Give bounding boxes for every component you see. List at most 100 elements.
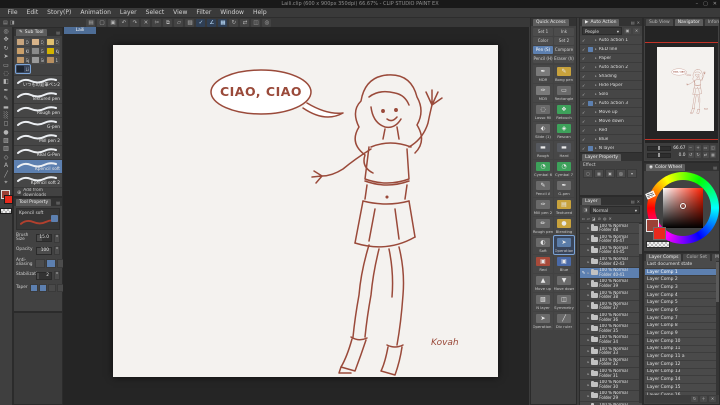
brush-item[interactable]: Kpencil soft 2 bbox=[14, 174, 62, 188]
layer-comp-row[interactable]: Layer Comp 14 bbox=[645, 376, 716, 384]
navigator-rotate-button[interactable]: ⇄ bbox=[702, 152, 709, 158]
quick-access-item[interactable]: ● Blending bbox=[554, 217, 574, 235]
expand-arrow-icon[interactable]: ▸ bbox=[588, 260, 590, 264]
quick-access-set-button[interactable]: Set 1 bbox=[533, 28, 553, 36]
quick-access-item[interactable]: ◔ Cymbal 7 bbox=[554, 160, 574, 178]
auto-action-row[interactable]: ✓ ▸ Hide Paper bbox=[580, 81, 642, 90]
command-icon[interactable]: ▣ bbox=[108, 18, 118, 27]
palette-dock-icon[interactable]: ▤ bbox=[3, 20, 8, 26]
quick-access-set-button[interactable]: Set 2 bbox=[554, 37, 574, 45]
auto-action-row[interactable]: ✓ ▸ Blue bbox=[580, 135, 642, 144]
action-checkbox[interactable]: ✓ bbox=[582, 101, 586, 106]
expand-arrow-icon[interactable]: ▸ bbox=[595, 56, 597, 60]
layer-color-effect-button[interactable]: ▣ bbox=[605, 169, 615, 178]
document-tab[interactable]: Laili bbox=[64, 27, 96, 34]
quick-access-item[interactable]: ▣ Red bbox=[533, 255, 553, 273]
auto-action-row[interactable]: ✓ ▸ Shading bbox=[580, 72, 642, 81]
expand-arrow-icon[interactable]: ▸ bbox=[595, 101, 597, 105]
tab-auto-action[interactable]: ▶ Auto Action bbox=[582, 19, 620, 26]
navigator-preview[interactable] bbox=[645, 26, 718, 143]
sv-cursor[interactable] bbox=[680, 203, 686, 209]
command-icon[interactable]: ▦ bbox=[218, 18, 228, 27]
menu-item[interactable]: File bbox=[3, 8, 22, 17]
menu-item[interactable]: Layer bbox=[115, 8, 141, 17]
tool-icon[interactable]: A bbox=[1, 162, 12, 170]
quick-access-set-button[interactable]: Color bbox=[533, 37, 553, 45]
expand-arrow-icon[interactable]: ▸ bbox=[588, 304, 590, 308]
expand-arrow-icon[interactable]: ▸ bbox=[588, 360, 590, 364]
layer-folder-row[interactable]: ✎ ▸ 100 % Normal Folder 30 bbox=[580, 379, 642, 391]
layer-comp-row[interactable]: Layer Comp 11 a bbox=[645, 353, 716, 361]
action-checkbox[interactable]: ✓ bbox=[582, 56, 586, 61]
tool-icon[interactable]: ◇ bbox=[1, 154, 12, 162]
action-checkbox[interactable]: ✓ bbox=[582, 146, 586, 151]
tool-icon[interactable]: ▭ bbox=[1, 62, 12, 70]
action-checkbox[interactable]: ✓ bbox=[582, 65, 586, 70]
expand-arrow-icon[interactable]: ▸ bbox=[588, 349, 590, 353]
panel-menu-icon[interactable]: ▤ bbox=[56, 200, 60, 205]
tool-icon[interactable]: ◌ bbox=[1, 70, 12, 78]
expand-arrow-icon[interactable]: ▸ bbox=[595, 65, 597, 69]
quick-access-item[interactable]: ▲ Move up bbox=[533, 274, 553, 292]
taper-segment[interactable] bbox=[29, 284, 38, 292]
opacity-slider[interactable]: 100 bbox=[36, 246, 52, 255]
layer-comps-tab[interactable]: Material bbox=[712, 254, 719, 261]
expand-arrow-icon[interactable]: ▸ bbox=[588, 226, 590, 230]
layer-folder-row[interactable]: ✎ ▸ 100 % Normal Folder 35 bbox=[580, 323, 642, 335]
quick-access-item[interactable]: ▭ Rectangle bbox=[554, 84, 574, 102]
tab-color-wheel[interactable]: ◉ Color Wheel bbox=[646, 164, 686, 171]
tab-sub-tool[interactable]: ✎ Sub Tool bbox=[16, 29, 47, 36]
expand-arrow-icon[interactable]: ▸ bbox=[588, 282, 590, 286]
register-settings-button[interactable] bbox=[51, 215, 58, 222]
expand-arrow-icon[interactable]: ▸ bbox=[595, 119, 597, 123]
auto-action-row[interactable]: ✓ ▸ Auto action 3 bbox=[580, 99, 642, 108]
tool-icon[interactable]: ◎ bbox=[1, 28, 12, 36]
tab-layer-property[interactable]: Layer Property bbox=[582, 154, 622, 161]
anti-aliasing-weak[interactable] bbox=[45, 258, 56, 268]
auto-action-row[interactable]: ✓ ▸ Move up bbox=[580, 108, 642, 117]
action-checkbox[interactable]: ✓ bbox=[582, 83, 586, 88]
layer-folder-row[interactable]: ✎ ▸ 100 % Normal Folder 38 bbox=[580, 290, 642, 302]
brush-item[interactable]: Kpencil soft bbox=[14, 160, 62, 174]
background-color-swatch[interactable] bbox=[3, 195, 13, 205]
action-checkbox[interactable]: ✓ bbox=[582, 110, 586, 115]
command-icon[interactable]: ▤ bbox=[86, 18, 96, 27]
layer-comp-row[interactable]: Layer Comp 5 bbox=[645, 299, 716, 308]
layer-comps-tab[interactable]: Layer Comps bbox=[646, 254, 682, 261]
tool-icon[interactable]: ➤ bbox=[1, 53, 12, 61]
panel-menu-icon[interactable]: ▤ bbox=[631, 20, 635, 25]
command-icon[interactable]: ⧉ bbox=[163, 18, 173, 27]
mask-layer-icon[interactable]: ◍ bbox=[603, 216, 607, 221]
navigator-zoom-button[interactable]: ◫ bbox=[710, 145, 716, 151]
expand-arrow-icon[interactable]: ▸ bbox=[595, 92, 597, 96]
auto-action-row[interactable]: ✓ ▸ Solo bbox=[580, 90, 642, 99]
transparent-color-swatch[interactable] bbox=[0, 208, 12, 215]
menu-item[interactable]: Animation bbox=[76, 8, 116, 17]
layer-comp-row[interactable]: Layer Comp 6 bbox=[645, 307, 716, 315]
panel-close-icon[interactable]: ✕ bbox=[637, 199, 640, 204]
command-icon[interactable]: ✓ bbox=[196, 18, 206, 27]
layer-comps-scrollbar[interactable] bbox=[716, 261, 719, 395]
layer-comp-row[interactable]: Layer Comp 9 bbox=[645, 330, 716, 338]
navigator-tab[interactable]: Navigator bbox=[674, 19, 703, 26]
tool-icon[interactable]: ◧ bbox=[1, 78, 12, 86]
transparent-color-swatch[interactable] bbox=[646, 241, 670, 248]
command-icon[interactable]: ∠ bbox=[207, 18, 217, 27]
action-checkbox[interactable]: ✓ bbox=[582, 38, 586, 43]
delete-action-button[interactable]: ✕ bbox=[633, 28, 640, 34]
command-icon[interactable]: ✂ bbox=[152, 18, 162, 27]
auto-action-row[interactable]: ✓ ▸ Red bbox=[580, 126, 642, 135]
navigator-tab[interactable]: Sub View bbox=[646, 19, 673, 26]
new-folder-icon[interactable]: ▱ bbox=[587, 216, 590, 221]
auto-action-row[interactable]: ✓ ▸ Auto action 1 bbox=[580, 36, 642, 45]
brush-preset[interactable]: Opt bbox=[16, 38, 30, 46]
command-icon[interactable]: ↻ bbox=[229, 18, 239, 27]
layer-folder-row[interactable]: ✎ ▸ 100 % Normal Folder 48 bbox=[580, 223, 642, 235]
blend-mode-dropdown[interactable]: Normal ▾ bbox=[590, 206, 640, 214]
lock-layer-icon[interactable]: ⊘ bbox=[598, 216, 601, 221]
window-control-button[interactable]: ✕ bbox=[713, 1, 717, 7]
brush-preset[interactable]: Kliff bbox=[16, 47, 30, 55]
quick-access-item[interactable]: ➤ Operation 2 bbox=[533, 312, 553, 330]
layer-comps-toolbar-button[interactable]: ↻ bbox=[691, 396, 698, 402]
quick-access-set-button[interactable]: Pencil (H) bbox=[533, 55, 553, 63]
